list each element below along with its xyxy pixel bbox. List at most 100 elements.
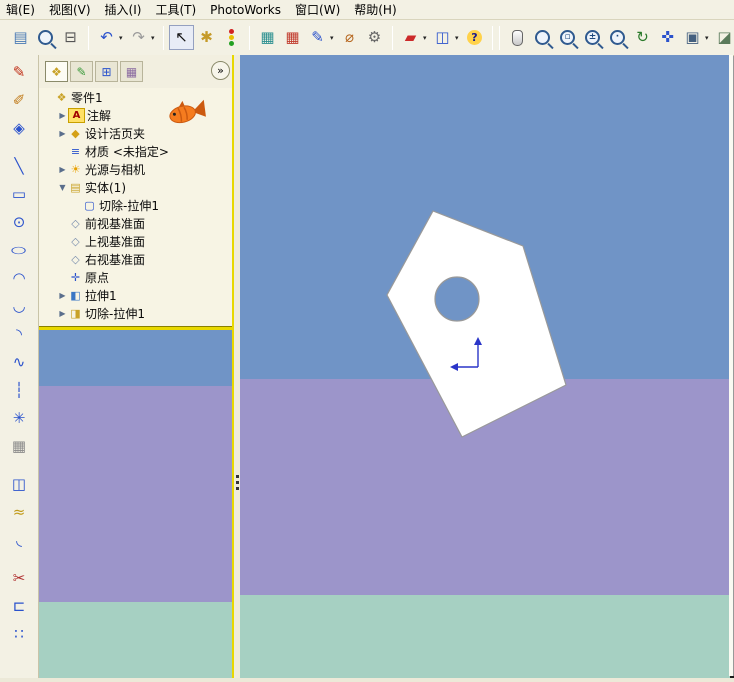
zoom-in-out-button[interactable]: ± <box>580 25 605 50</box>
3d-sketch-button[interactable]: ✐ <box>4 88 34 112</box>
tree-item-label: 实体(1) <box>85 180 126 195</box>
print-button[interactable]: ⊟ <box>58 25 83 50</box>
redo-dropdown-icon[interactable]: ▾ <box>151 34 158 42</box>
tree-item-lights-cameras-expander-icon[interactable]: ▶ <box>57 165 68 174</box>
ellipse-button[interactable]: ○ <box>4 238 34 262</box>
circle-button[interactable]: ⊙ <box>4 210 34 234</box>
select-button[interactable]: ↖ <box>169 25 194 50</box>
tree-item-design-binder-expander-icon[interactable]: ▶ <box>57 129 68 138</box>
zoom-to-selection-button[interactable]: · <box>605 25 630 50</box>
menu-item-tools[interactable]: 工具(T) <box>148 0 203 19</box>
panel-collapse-button[interactable]: » <box>211 61 230 80</box>
sketch-button[interactable]: ✎ <box>4 60 34 84</box>
menu-item-edit[interactable]: 辑(E) <box>0 0 42 19</box>
centerpoint-arc-button[interactable]: ◠ <box>4 266 34 290</box>
print-preview-button[interactable] <box>33 25 58 50</box>
select-icon: ↖ <box>175 28 188 46</box>
tree-item-cut-extrude1-expander-icon[interactable]: ▶ <box>57 309 68 318</box>
material-icon: ≡ <box>70 144 81 158</box>
part-hole[interactable] <box>434 276 480 322</box>
tree-item-right-plane[interactable]: ◇ 右视基准面 <box>39 250 232 268</box>
ellipse-icon: ○ <box>10 244 28 256</box>
pan-button[interactable]: ✜ <box>655 25 680 50</box>
centerline-button[interactable]: ┆ <box>4 378 34 402</box>
panel-bg-sky <box>39 330 232 386</box>
bom-table-button[interactable]: ▦ <box>280 25 305 50</box>
tree-item-material[interactable]: ≡ 材质 <未指定> <box>39 142 232 160</box>
tree-item-front-plane[interactable]: ◇ 前视基准面 <box>39 214 232 232</box>
tangent-arc-button[interactable]: ◡ <box>4 294 34 318</box>
tree-item-solid-bodies-expander-icon[interactable]: ▼ <box>57 183 68 192</box>
sketch-entities-dropdown-icon[interactable]: ▾ <box>330 34 337 42</box>
tree-item-annotations-expander-icon[interactable]: ▶ <box>57 111 68 120</box>
zoom-to-area-button[interactable]: ▫ <box>555 25 580 50</box>
tree-item-solid-bodies[interactable]: ▼ ▤ 实体(1) <box>39 178 232 196</box>
menu-item-insert[interactable]: 插入(I) <box>98 0 149 19</box>
view-orientation-icon: ◫ <box>435 28 450 46</box>
mouse-select-button[interactable] <box>505 25 530 50</box>
featuremanager-tabs: ❖ ✎ ⊞ ▦ » <box>39 55 238 88</box>
tree-item-extrude1[interactable]: ▶ ◧ 拉伸1 <box>39 286 232 304</box>
tree-item-label: 设计活页夹 <box>85 126 146 141</box>
sketch-fillet-button[interactable]: ◟ <box>4 528 34 552</box>
convert-entities-button[interactable]: ⊏ <box>4 594 34 618</box>
view-orientation-button[interactable]: ◫ <box>430 25 455 50</box>
zoom-to-fit-button[interactable] <box>530 25 555 50</box>
tree-item-label: 上视基准面 <box>85 234 146 249</box>
tree-item-cut-extrude1-body[interactable]: ▢ 切除-拉伸1 <box>39 196 232 214</box>
stoplight-button[interactable] <box>219 25 244 50</box>
top-plane-icon: ◇ <box>71 234 80 248</box>
tree-item-cut-extrude1[interactable]: ▶ ◨ 切除-拉伸1 <box>39 304 232 322</box>
three-point-arc-button[interactable]: ◝ <box>4 322 34 346</box>
tab-dimxpert[interactable]: ▦ <box>120 61 143 82</box>
new-document-button[interactable]: ▤ <box>8 25 33 50</box>
undo-dropdown-icon[interactable]: ▾ <box>119 34 126 42</box>
section-view-button[interactable]: ◪ <box>712 25 734 50</box>
tab-configurationmanager[interactable]: ⊞ <box>95 61 118 82</box>
standard-views-icon: ▣ <box>685 28 700 46</box>
menu-item-window[interactable]: 窗口(W) <box>288 0 347 19</box>
menu-bar: 辑(E) 视图(V) 插入(I) 工具(T) PhotoWorks 窗口(W) 帮助(H) <box>0 0 734 20</box>
graphics-area[interactable] <box>240 55 730 678</box>
line-button[interactable]: ╲ <box>4 154 34 178</box>
linear-sketch-pattern-button[interactable]: ∷ <box>4 622 34 646</box>
mirror-entities-button[interactable]: ◫ <box>4 472 34 496</box>
help-button[interactable]: ? <box>462 25 487 50</box>
tree-item-extrude1-expander-icon[interactable]: ▶ <box>57 291 68 300</box>
smart-dimension-button[interactable]: ⌀ <box>337 25 362 50</box>
undo-button[interactable]: ↶ <box>94 25 119 50</box>
tree-item-label: 右视基准面 <box>85 252 146 267</box>
tree-item-top-plane[interactable]: ◇ 上视基准面 <box>39 232 232 250</box>
trim-entities-button[interactable]: ✂ <box>4 566 34 590</box>
appearance-button[interactable]: ▰ <box>398 25 423 50</box>
redo-button[interactable]: ↷ <box>126 25 151 50</box>
menu-item-view[interactable]: 视图(V) <box>42 0 98 19</box>
new-document-icon: ▤ <box>13 28 28 46</box>
grid-snap-button[interactable]: ▦ <box>4 434 34 458</box>
rectangle-button[interactable]: ▭ <box>4 182 34 206</box>
tab-propertymanager[interactable]: ✎ <box>70 61 93 82</box>
view-orientation-dropdown-icon[interactable]: ▾ <box>455 34 462 42</box>
menu-item-photoworks[interactable]: PhotoWorks <box>203 2 288 18</box>
appearance-dropdown-icon[interactable]: ▾ <box>423 34 430 42</box>
tree-item-origin[interactable]: ✛ 原点 <box>39 268 232 286</box>
standard-views-button[interactable]: ▣ <box>680 25 705 50</box>
selection-filter-button[interactable]: ✱ <box>194 25 219 50</box>
spline-button[interactable]: ∿ <box>4 350 34 374</box>
cut-extrude1-body-icon: ▢ <box>84 198 95 212</box>
standard-views-dropdown-icon[interactable]: ▾ <box>705 34 712 42</box>
menu-item-help[interactable]: 帮助(H) <box>347 0 403 19</box>
ground-band <box>240 595 730 678</box>
tree-item-lights-cameras[interactable]: ▶ ☀ 光源与相机 <box>39 160 232 178</box>
centerline-icon: ┆ <box>14 381 24 399</box>
tab-featuremanager[interactable]: ❖ <box>45 61 68 82</box>
modify-sketch-button[interactable]: ◈ <box>4 116 34 140</box>
appearance-icon: ▰ <box>404 28 417 46</box>
rotate-view-button[interactable]: ↻ <box>630 25 655 50</box>
offset-entities-button[interactable]: ≈ <box>4 500 34 524</box>
grid-snap-icon: ▦ <box>11 437 27 455</box>
sketch-entities-button[interactable]: ✎ <box>305 25 330 50</box>
point-button[interactable]: ✳ <box>4 406 34 430</box>
options-tools-button[interactable]: ⚙ <box>362 25 387 50</box>
design-table-button[interactable]: ▦ <box>255 25 280 50</box>
